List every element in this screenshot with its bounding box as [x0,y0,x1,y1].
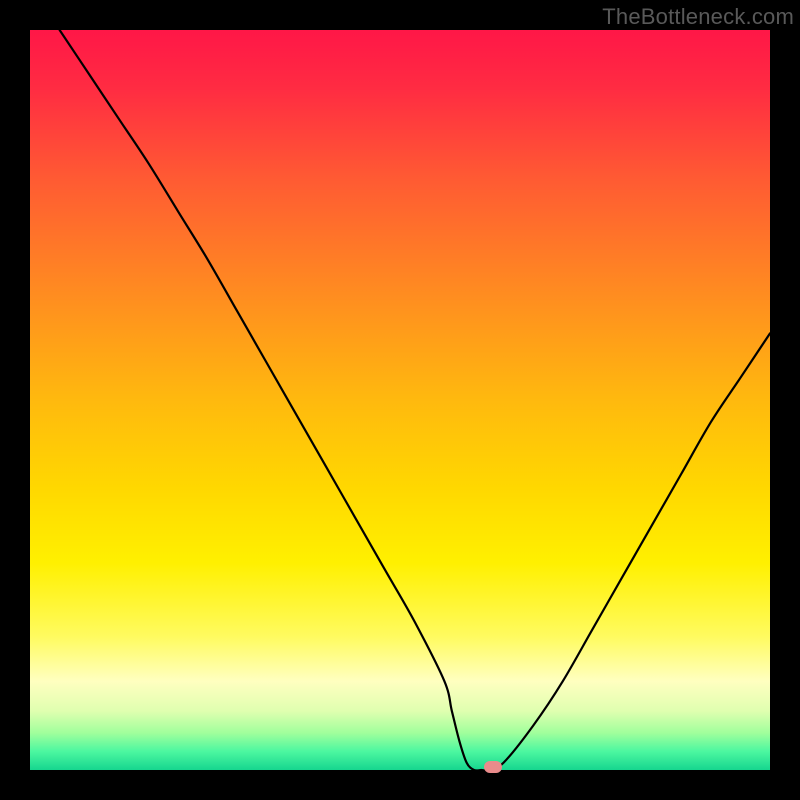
bottleneck-curve [30,30,770,770]
plot-area [30,30,770,770]
watermark-text: TheBottleneck.com [602,4,794,30]
optimal-marker [484,761,502,773]
chart-frame: TheBottleneck.com [0,0,800,800]
